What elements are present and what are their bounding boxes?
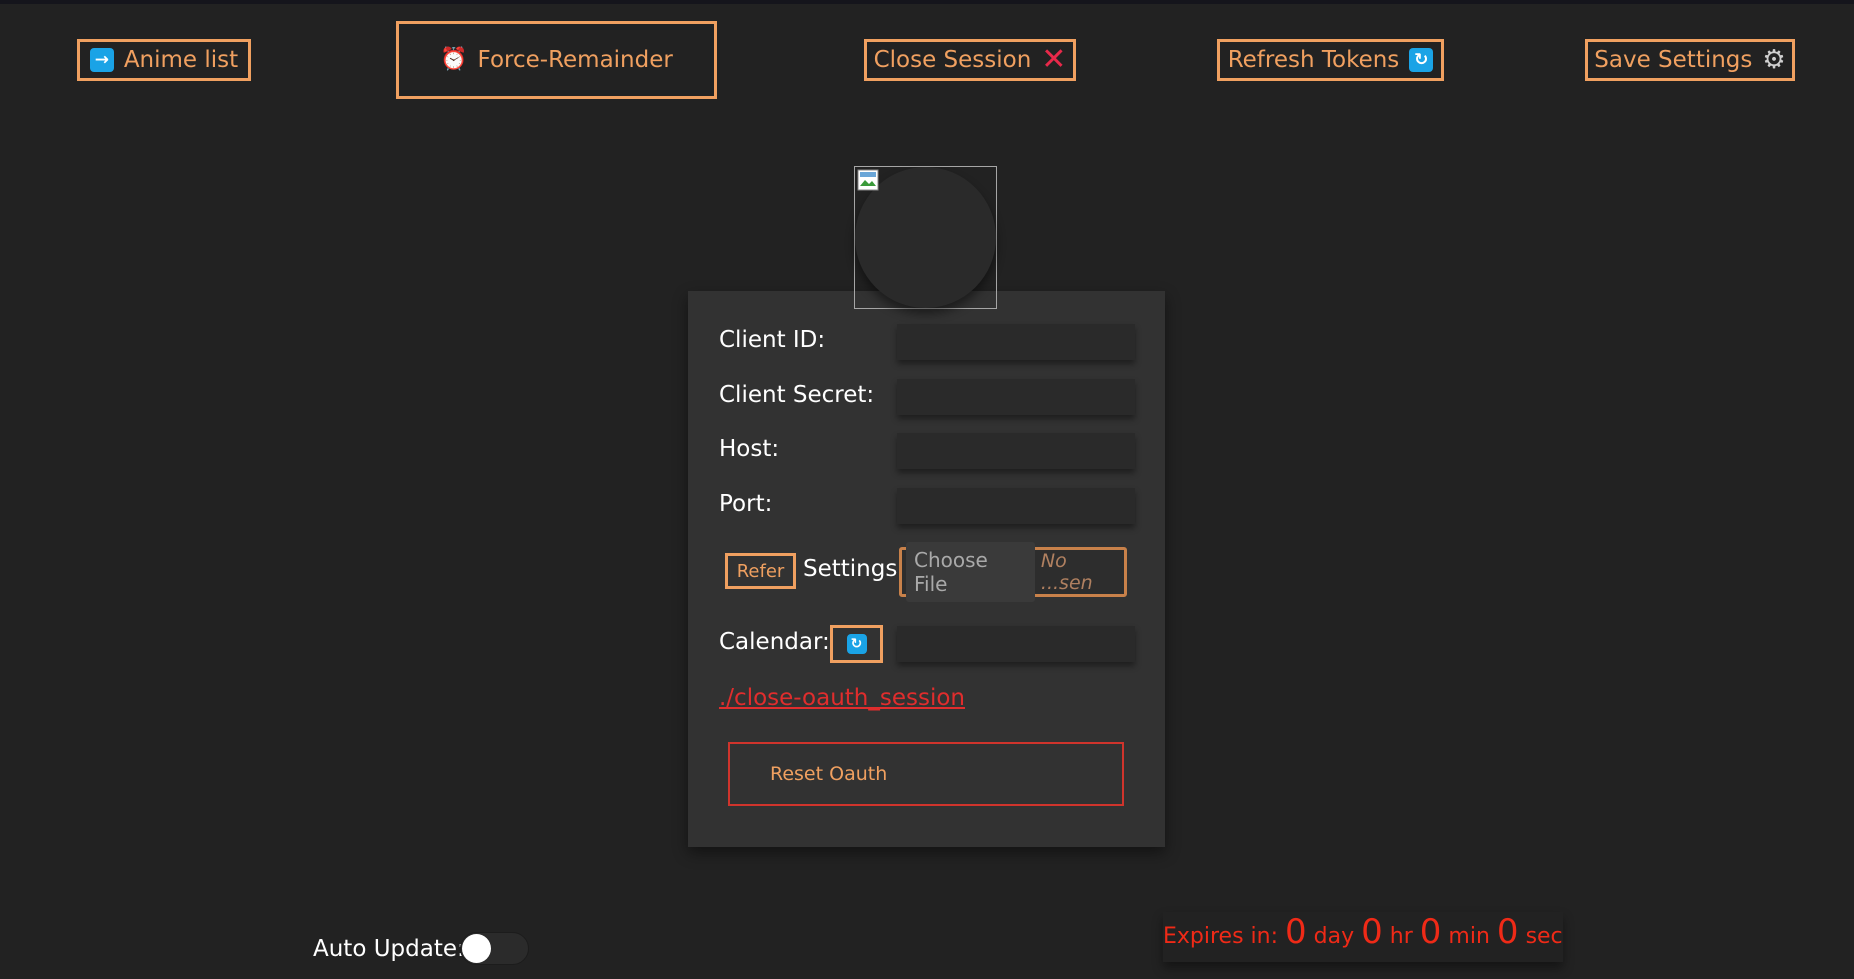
refresh-tokens-button[interactable]: Refresh Tokens ↻ — [1217, 39, 1444, 81]
days-unit: day — [1313, 924, 1355, 949]
reset-oauth-button[interactable]: Reset Oauth — [728, 742, 1124, 806]
hours-unit: hr — [1389, 924, 1413, 949]
top-border — [0, 0, 1854, 4]
seconds-value: 0 — [1496, 912, 1519, 952]
alarm-clock-icon: ⏰ — [440, 47, 468, 72]
client-id-label: Client ID: — [719, 327, 826, 353]
gear-icon: ⚙ — [1762, 45, 1786, 75]
port-label: Port: — [719, 491, 773, 517]
avatar — [854, 166, 997, 309]
save-settings-button[interactable]: Save Settings ⚙ — [1585, 39, 1795, 81]
anime-list-button[interactable]: → Anime list — [77, 39, 251, 81]
minutes-value: 0 — [1419, 912, 1442, 952]
client-secret-label: Client Secret: — [719, 382, 875, 408]
auto-update-toggle[interactable] — [460, 932, 529, 965]
port-input[interactable] — [897, 488, 1135, 524]
calendar-label: Calendar: — [719, 629, 830, 655]
force-reminder-label: Force-Remainder — [477, 47, 673, 73]
hours-value: 0 — [1361, 912, 1383, 952]
host-label: Host: — [719, 436, 780, 462]
anime-list-label: Anime list — [123, 47, 239, 73]
force-reminder-button[interactable]: ⏰ Force-Remainder — [396, 21, 717, 99]
settings-label: Settings: — [803, 556, 906, 582]
cross-icon: ✕ — [1041, 42, 1067, 77]
days-value: 0 — [1285, 912, 1307, 952]
toggle-knob — [462, 934, 491, 963]
refer-button[interactable]: Refer — [725, 553, 796, 589]
refresh-tokens-label: Refresh Tokens — [1227, 47, 1400, 73]
arrow-right-icon: → — [89, 48, 114, 72]
settings-file-input[interactable]: Choose File No ...sen — [899, 542, 1127, 602]
close-session-button[interactable]: Close Session ✕ — [864, 39, 1076, 81]
refresh-icon: ↻ — [1409, 48, 1434, 72]
choose-file-button[interactable]: Choose File — [906, 542, 1035, 602]
client-secret-input[interactable] — [897, 379, 1135, 415]
save-settings-label: Save Settings — [1594, 47, 1753, 73]
close-oauth-session-link[interactable]: ./close-oauth_session — [719, 685, 965, 711]
host-input[interactable] — [897, 433, 1135, 469]
calendar-refresh-button[interactable]: ↻ — [830, 625, 883, 663]
no-file-chosen-text: No ...sen — [1040, 550, 1093, 594]
calendar-input[interactable] — [897, 626, 1135, 662]
expires-label: Expires in: — [1163, 924, 1279, 949]
minutes-unit: min — [1448, 924, 1490, 949]
client-id-input[interactable] — [897, 324, 1135, 360]
refresh-icon: ↻ — [846, 634, 867, 654]
seconds-unit: sec — [1525, 924, 1563, 949]
broken-image-icon — [857, 169, 879, 191]
expires-countdown: Expires in: 0 day 0 hr 0 min 0 sec — [1163, 912, 1563, 962]
oauth-settings-panel: Client ID: Client Secret: Host: Port: Re… — [688, 291, 1165, 847]
close-session-label: Close Session — [873, 47, 1032, 73]
auto-update-label: Auto Update: — [313, 936, 465, 962]
